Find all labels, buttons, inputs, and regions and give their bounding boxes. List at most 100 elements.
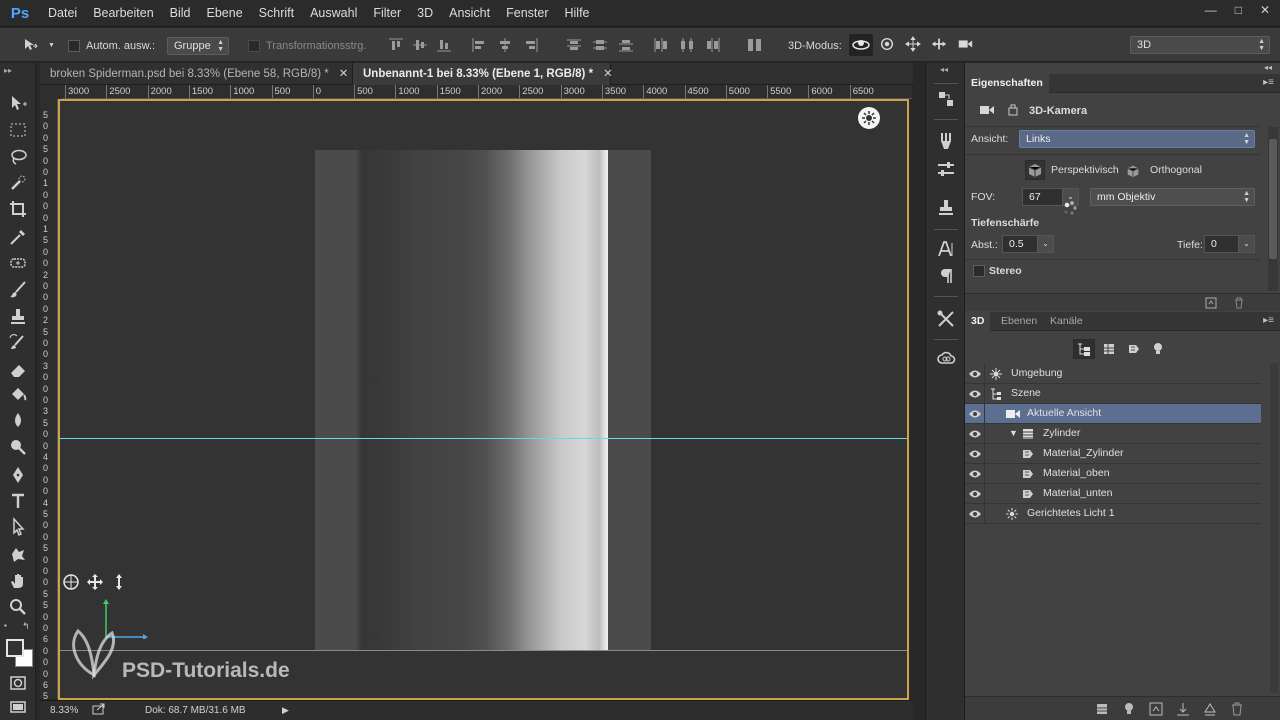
layer-row-material-unten[interactable]: Material_unten — [965, 484, 1261, 504]
type-tool-icon[interactable] — [8, 491, 28, 511]
3d-roll-icon[interactable] — [878, 36, 896, 52]
vertical-ruler[interactable]: 5005001000150020002500300035004000450050… — [40, 99, 58, 699]
properties-menu-icon[interactable]: ▸≡ — [1263, 77, 1274, 88]
tab-eigenschaften[interactable]: Eigenschaften — [965, 74, 1049, 93]
lasso-tool-icon[interactable] — [8, 147, 28, 167]
perspective-label[interactable]: Perspektivisch — [1051, 164, 1119, 176]
visibility-eye-icon[interactable] — [965, 424, 985, 443]
blur-tool-icon[interactable] — [8, 411, 28, 431]
eyedropper-tool-icon[interactable] — [8, 227, 28, 247]
transform-controls-checkbox[interactable] — [248, 39, 260, 52]
orbit-camera-icon[interactable] — [62, 573, 80, 591]
align-left-icon[interactable] — [470, 37, 488, 53]
align-top-icon[interactable] — [387, 37, 405, 53]
auto-select-checkbox[interactable] — [68, 39, 80, 52]
clone-stamp-tool-icon[interactable] — [8, 307, 28, 327]
history-panel-icon[interactable] — [936, 89, 956, 109]
zoom-level[interactable]: 8.33% — [50, 705, 78, 716]
layer-row-umgebung[interactable]: Umgebung — [965, 364, 1261, 384]
perspective-button[interactable] — [1025, 160, 1045, 180]
horizontal-guide[interactable] — [60, 438, 907, 439]
properties-scrollbar[interactable] — [1268, 127, 1278, 291]
light-widget[interactable] — [858, 107, 880, 129]
layers-scrollbar[interactable] — [1270, 363, 1278, 693]
layer-row-material-oben[interactable]: Material_oben — [965, 464, 1261, 484]
tool-preset-arrow-icon[interactable]: ▼ — [48, 37, 55, 54]
align-hcenter-icon[interactable] — [496, 37, 514, 53]
align-right-icon[interactable] — [522, 37, 540, 53]
maximize-button[interactable]: □ — [1235, 3, 1242, 17]
horizontal-ruler[interactable]: 3000 2500 2000 1500 1000 500 0 500 1000 1500 2000 2… — [62, 85, 912, 99]
visibility-eye-icon[interactable] — [965, 484, 985, 503]
distance-dropdown-icon[interactable]: ⌄ — [1037, 236, 1053, 252]
tab-broken-spiderman[interactable]: broken Spiderman.psd bei 8.33% (Ebene 58… — [40, 63, 353, 85]
visibility-eye-icon[interactable] — [965, 504, 985, 523]
distribute-left-icon[interactable] — [652, 37, 670, 53]
clone-source-icon[interactable] — [936, 198, 956, 218]
menu-item-filter[interactable]: Filter — [365, 0, 409, 27]
character-panel-icon[interactable] — [936, 239, 956, 259]
distribute-top-icon[interactable] — [565, 37, 583, 53]
close-tab-icon[interactable]: ✕ — [339, 68, 349, 80]
menu-item-schrift[interactable]: Schrift — [251, 0, 302, 27]
swap-colors-icon[interactable]: ↰ — [22, 621, 30, 632]
quick-selection-tool-icon[interactable] — [8, 173, 28, 193]
drop-to-ground-icon[interactable] — [1176, 702, 1190, 716]
fov-unit-dropdown[interactable]: mm Objektiv ▲ ▼ — [1090, 188, 1255, 206]
menu-item-bearbeiten[interactable]: Bearbeiten — [85, 0, 161, 27]
stereo-checkbox[interactable] — [973, 265, 985, 277]
menu-item-ebene[interactable]: Ebene — [199, 0, 251, 27]
filter-whole-scene-button[interactable] — [1073, 339, 1095, 359]
tools-preset-icon[interactable] — [936, 309, 956, 329]
visibility-eye-icon[interactable] — [965, 364, 985, 383]
3d-pan-icon[interactable] — [904, 36, 922, 52]
depth-dropdown-icon[interactable]: ⌄ — [1238, 236, 1254, 252]
3d-panel-menu-icon[interactable]: ▸≡ — [1263, 315, 1274, 326]
auto-select-dropdown[interactable]: Gruppe ▲ ▼ — [167, 36, 229, 55]
visibility-eye-icon[interactable] — [965, 404, 985, 423]
history-brush-tool-icon[interactable] — [8, 333, 28, 353]
3d-scale-camera-icon[interactable] — [956, 36, 974, 52]
view-dropdown[interactable]: Links ▲ ▼ — [1019, 130, 1255, 148]
adjustments-panel-icon[interactable] — [936, 159, 956, 179]
paint-bucket-tool-icon[interactable] — [8, 385, 28, 405]
workspace-dropdown[interactable]: 3D ▲ ▼ — [1130, 35, 1270, 54]
distribute-bottom-icon[interactable] — [617, 37, 635, 53]
align-bottom-icon[interactable] — [435, 37, 453, 53]
brush-presets-icon[interactable] — [936, 131, 956, 151]
distance-input[interactable]: 0.5 ⌄ — [1002, 235, 1054, 253]
new-light-icon[interactable] — [1122, 702, 1136, 716]
dock-collapse-icon[interactable]: ◂◂ — [940, 65, 948, 74]
custom-shape-tool-icon[interactable] — [8, 544, 28, 564]
lights-filter-icon[interactable] — [1151, 342, 1165, 356]
orthogonal-label[interactable]: Orthogonal — [1150, 164, 1202, 176]
marquee-tool-icon[interactable] — [8, 120, 28, 140]
hand-tool-icon[interactable] — [8, 571, 28, 591]
layer-row-aktuelle-ansicht[interactable]: Aktuelle Ansicht — [965, 404, 1261, 424]
visibility-eye-icon[interactable] — [965, 384, 985, 403]
default-colors-icon[interactable]: ▪ — [4, 621, 7, 630]
meshes-filter-icon[interactable] — [1102, 342, 1116, 356]
status-menu-arrow-icon[interactable]: ▶ — [282, 705, 289, 716]
move-tool-icon[interactable] — [8, 93, 28, 113]
3d-orbit-mode-button[interactable] — [849, 34, 873, 56]
orthogonal-cube-icon[interactable] — [1125, 163, 1141, 179]
distribute-right-icon[interactable] — [704, 37, 722, 53]
cross-section-icon[interactable] — [1203, 702, 1217, 716]
share-icon[interactable] — [92, 703, 106, 715]
menu-item-3d[interactable]: 3D — [409, 0, 441, 27]
creative-cloud-icon[interactable] — [936, 349, 956, 369]
tab-3d[interactable]: 3D — [965, 312, 991, 331]
tab-ebenen[interactable]: Ebenen — [995, 312, 1043, 331]
foreground-color-swatch[interactable] — [6, 639, 24, 657]
depth-input[interactable]: 0 ⌄ — [1204, 235, 1255, 253]
brush-tool-icon[interactable] — [8, 280, 28, 300]
layer-row-zylinder[interactable]: ▼ Zylinder — [965, 424, 1261, 444]
screen-mode-icon[interactable] — [8, 697, 28, 717]
move-tool-icon[interactable] — [22, 37, 40, 53]
tab-unbenannt-1[interactable]: Unbenannt-1 bei 8.33% (Ebene 1, RGB/8) *… — [353, 63, 613, 85]
properties-scroll-thumb[interactable] — [1269, 139, 1277, 259]
render-icon[interactable] — [1205, 297, 1217, 309]
distribute-hcenter-icon[interactable] — [678, 37, 696, 53]
auto-align-icon[interactable] — [746, 37, 764, 53]
